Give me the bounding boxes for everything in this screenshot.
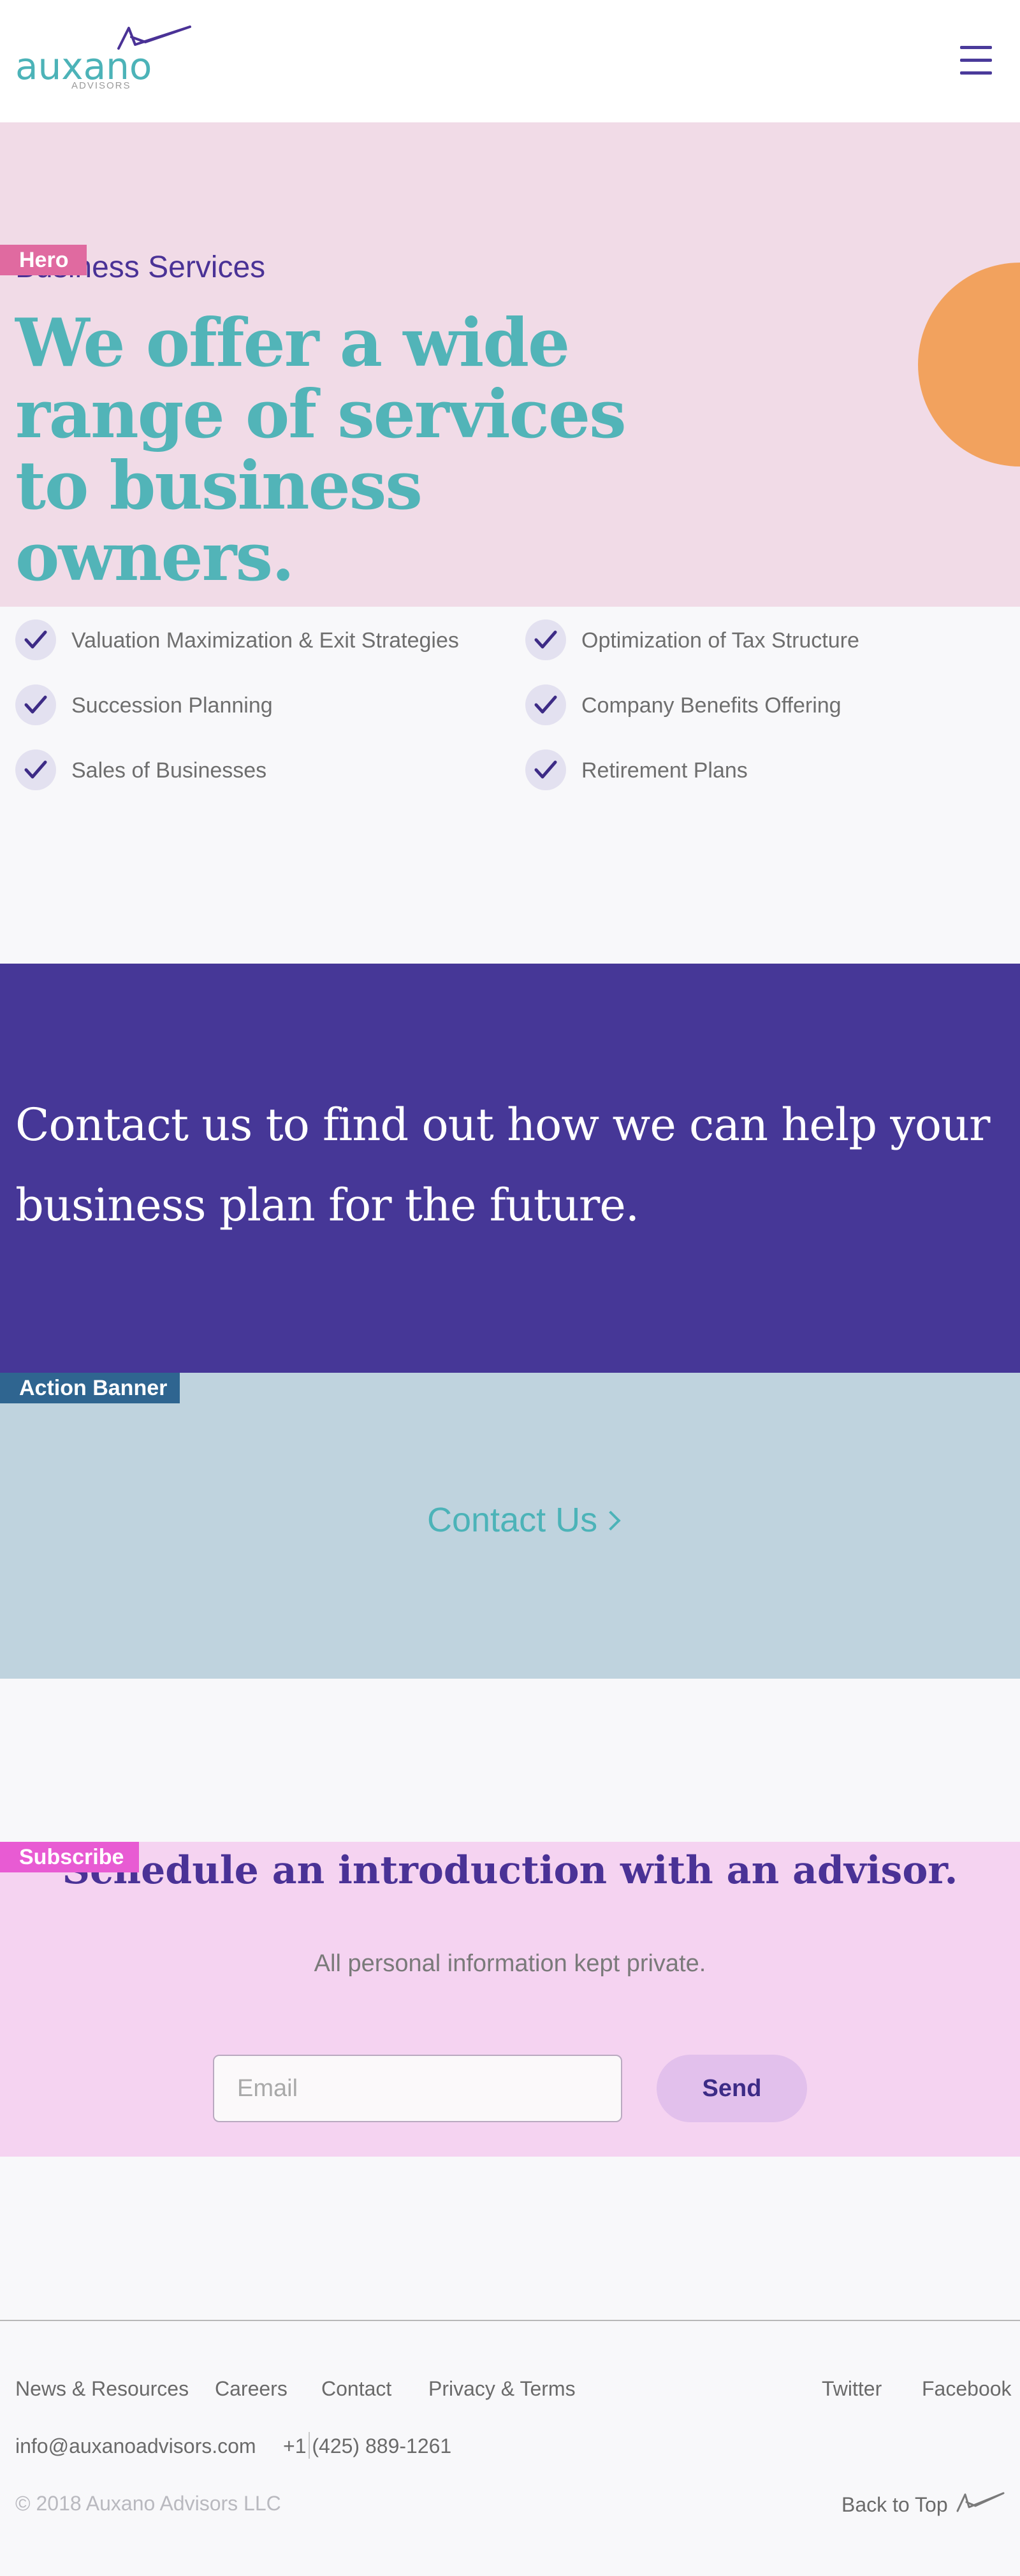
- chevron-right-icon: [601, 1510, 621, 1531]
- checkmark-icon: [15, 684, 56, 725]
- privacy-note: All personal information kept private.: [314, 1950, 706, 1977]
- service-label: Optimization of Tax Structure: [581, 628, 859, 653]
- service-label: Valuation Maximization & Exit Strategies: [71, 628, 459, 653]
- paper-plane-logo-icon: [956, 2492, 1005, 2512]
- checkmark-icon: [525, 749, 566, 790]
- footer-link-contact[interactable]: Contact: [321, 2377, 391, 2401]
- checkmark-icon: [15, 749, 56, 790]
- footer-link-news[interactable]: News & Resources: [15, 2377, 189, 2401]
- service-label: Retirement Plans: [581, 758, 748, 783]
- footer-link-privacy[interactable]: Privacy & Terms: [428, 2377, 576, 2401]
- footer-divider: [0, 2320, 1020, 2321]
- back-to-top-link[interactable]: Back to Top: [841, 2493, 948, 2517]
- send-button[interactable]: Send: [657, 2055, 807, 2122]
- services-checklist: Valuation Maximization & Exit Strategies…: [0, 607, 1020, 964]
- decorative-circle: [918, 263, 1020, 467]
- cta-text: Contact us to find out how we can help y…: [15, 1099, 991, 1231]
- footer-link-careers[interactable]: Careers: [215, 2377, 288, 2401]
- contact-us-link[interactable]: Contact Us: [427, 1500, 621, 1540]
- footer-email-link[interactable]: info@auxanoadvisors.com: [15, 2435, 256, 2458]
- subscribe-title: Schedule an introduction with an advisor…: [62, 1848, 958, 1893]
- checkmark-icon: [525, 684, 566, 725]
- site-header: auxano ADVISORS: [0, 0, 1020, 122]
- section-tag-hero: Hero: [0, 245, 87, 275]
- section-tag-action-banner: Action Banner: [0, 1373, 180, 1403]
- email-field[interactable]: [213, 2055, 622, 2122]
- cta-banner: Contact us to find out how we can help y…: [0, 964, 1020, 1373]
- service-label: Company Benefits Offering: [581, 693, 841, 718]
- checkmark-icon: [15, 619, 56, 660]
- footer-link-facebook[interactable]: Facebook: [922, 2377, 1012, 2401]
- service-label: Succession Planning: [71, 693, 273, 718]
- copyright-text: © 2018 Auxano Advisors LLC: [15, 2492, 281, 2515]
- site-logo[interactable]: auxano ADVISORS: [15, 25, 191, 96]
- service-label: Sales of Businesses: [71, 758, 267, 783]
- footer-link-twitter[interactable]: Twitter: [822, 2377, 882, 2401]
- action-banner: Action Banner Contact Us: [0, 1373, 1020, 1679]
- checkmark-icon: [525, 619, 566, 660]
- section-tag-subscribe: Subscribe: [0, 1842, 139, 1872]
- hamburger-menu-icon[interactable]: [960, 45, 992, 76]
- hero-title: We offer a wide range of services to bus…: [15, 303, 627, 596]
- logo-subtitle: ADVISORS: [71, 80, 131, 91]
- contact-us-label: Contact Us: [427, 1501, 598, 1539]
- footer-phone-link[interactable]: +1 (425) 889-1261: [283, 2435, 451, 2458]
- subscribe-section: Schedule an introduction with an advisor…: [0, 1842, 1020, 2157]
- hero-section: Business Services We offer a wide range …: [0, 122, 1020, 607]
